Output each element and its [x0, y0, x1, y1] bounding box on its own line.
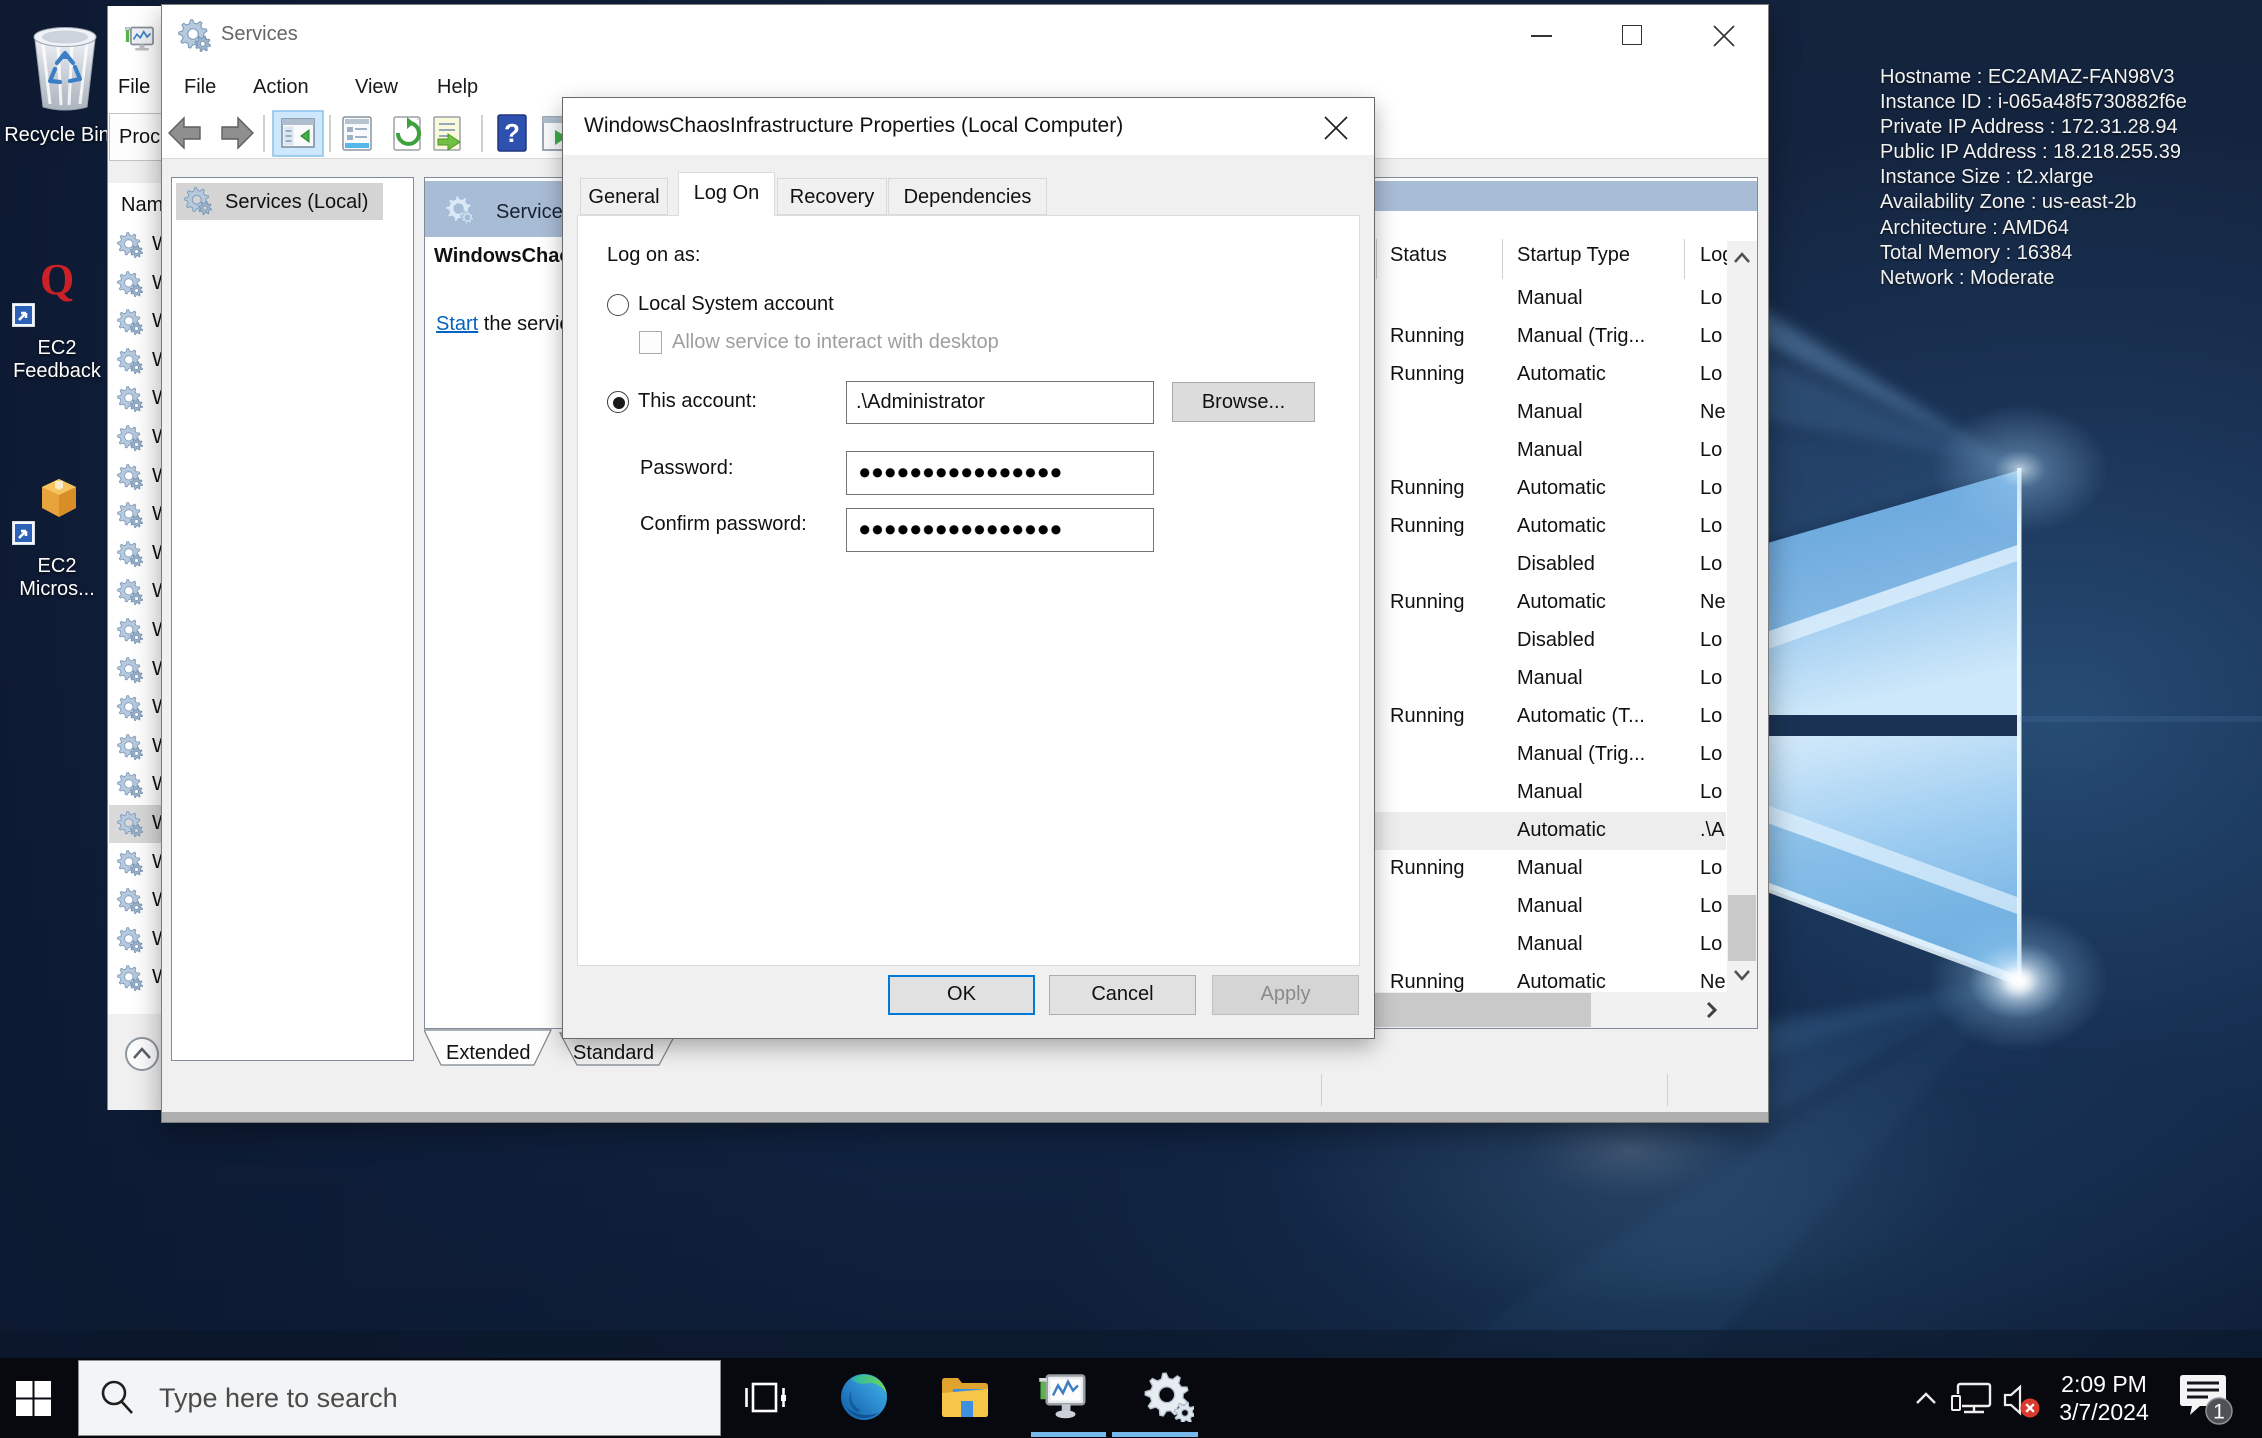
svg-text:Standard: Standard: [573, 1042, 654, 1064]
svg-text:1: 1: [2213, 1401, 2225, 1424]
svg-text:Extended: Extended: [446, 1042, 531, 1064]
